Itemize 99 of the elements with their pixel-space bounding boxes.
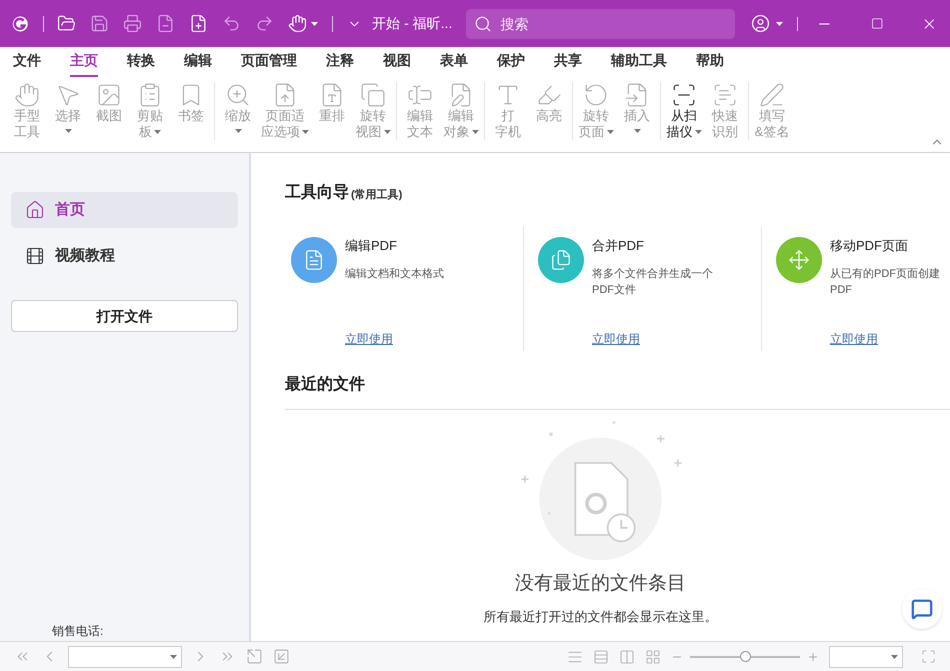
- section-title: 工具向导: [285, 182, 349, 203]
- hand-icon[interactable]: [288, 14, 308, 33]
- tool-description: PDF: [830, 282, 853, 298]
- tool-description: 从已有的PDF页面创建: [830, 266, 940, 282]
- ribbon-label: 页面适: [266, 108, 304, 124]
- ribbon-label: 识别: [712, 124, 738, 140]
- rotate-page-icon: [583, 82, 609, 108]
- image-icon: [96, 82, 122, 108]
- chat-button[interactable]: [902, 589, 942, 629]
- search-icon: [474, 14, 492, 32]
- merge-files-icon: [550, 249, 572, 271]
- section-title: 最近的文件: [285, 374, 366, 395]
- hand-icon: [14, 82, 40, 108]
- menu-tab[interactable]: 页面管理: [241, 50, 297, 77]
- ribbon-label: 填写: [759, 108, 785, 124]
- empty-text: 所有最近打开过的文件都会显示在这里。: [484, 608, 718, 624]
- continuous-page-icon[interactable]: [593, 648, 609, 664]
- use-now-link[interactable]: 立即使用: [830, 330, 940, 348]
- window-title: 开始 - 福昕...: [372, 14, 452, 33]
- ribbon-label: 旋转: [360, 108, 386, 124]
- zoom-in-icon: [225, 82, 251, 108]
- menu-tab[interactable]: 转换: [127, 50, 155, 77]
- caret-icon: [311, 22, 318, 26]
- ribbon-label: 选择: [55, 108, 81, 124]
- tool-title: 合并PDF: [592, 237, 645, 255]
- maximize-icon[interactable]: [870, 16, 884, 31]
- slider-thumb[interactable]: [740, 650, 751, 662]
- home-icon: [25, 200, 45, 220]
- menu-tab[interactable]: 视图: [383, 50, 411, 77]
- zoom-slider[interactable]: [687, 650, 803, 662]
- pen-icon: [759, 82, 785, 108]
- ribbon-label: 插入: [624, 108, 650, 124]
- ribbon-label: 剪贴: [137, 108, 163, 124]
- folder-icon[interactable]: [57, 14, 76, 33]
- zoom-field[interactable]: [829, 646, 903, 668]
- tool-description: 将多个文件合并生成一个: [592, 266, 713, 282]
- fullscreen-icon[interactable]: [921, 649, 936, 664]
- use-now-link[interactable]: 立即使用: [345, 330, 444, 348]
- caret-icon: [170, 654, 177, 658]
- menu-tab[interactable]: 表单: [440, 50, 468, 77]
- menu-tab[interactable]: 编辑: [184, 50, 212, 77]
- ribbon-label: 书签: [178, 108, 204, 124]
- menu-tab[interactable]: 辅助工具: [611, 50, 667, 77]
- ribbon-label: 字机: [495, 124, 521, 140]
- move-page-icon: [788, 249, 810, 271]
- use-now-link[interactable]: 立即使用: [592, 330, 713, 348]
- menu-tab[interactable]: 共享: [554, 50, 582, 77]
- ribbon-label: 板: [139, 124, 161, 140]
- caret-icon: [776, 22, 784, 26]
- caret-icon: [891, 654, 898, 658]
- next-view-icon[interactable]: [273, 648, 290, 665]
- text-edit-icon: [303, 249, 325, 271]
- continuous-facing-icon[interactable]: [645, 648, 661, 664]
- ribbon-label: 快速: [712, 108, 738, 124]
- ribbon-label: 手型: [14, 108, 40, 124]
- chat-icon: [911, 598, 933, 620]
- section-subtitle: (常用工具): [351, 188, 402, 202]
- ribbon-label: 打: [502, 108, 514, 124]
- open-file-button[interactable]: 打开文件: [11, 300, 238, 332]
- previous-view-icon[interactable]: [246, 648, 263, 665]
- menu-tab[interactable]: 注释: [326, 50, 354, 77]
- user-icon[interactable]: [751, 14, 770, 33]
- sidebar-item[interactable]: 视频教程: [11, 238, 238, 274]
- tool-description: PDF文件: [592, 282, 637, 298]
- zoom-in-icon[interactable]: [807, 650, 819, 662]
- tool-title: 移动PDF页面: [830, 237, 909, 255]
- facing-page-icon[interactable]: [619, 648, 635, 664]
- tool-title: 编辑PDF: [345, 237, 398, 255]
- menu-tab[interactable]: 保护: [497, 50, 525, 77]
- film-icon: [25, 246, 45, 266]
- ribbon-button[interactable]: 从扫 描仪: [664, 82, 704, 140]
- ribbon-label: 视图: [356, 124, 390, 140]
- menu-tab[interactable]: 文件: [13, 50, 41, 77]
- menu-tab[interactable]: 主页: [70, 50, 98, 77]
- ribbon-label: 应选项: [261, 124, 309, 140]
- ribbon-label: 描仪: [666, 124, 702, 140]
- ribbon-label: 编辑: [407, 108, 433, 124]
- sales-phone-label: 销售电话:: [52, 623, 104, 640]
- new-document-icon[interactable]: [189, 14, 208, 33]
- logo-icon: [12, 14, 29, 34]
- ribbon-label: 对象: [444, 124, 478, 140]
- page-number-field[interactable]: [68, 646, 182, 668]
- ribbon-label: 页面: [578, 124, 614, 140]
- scanner-icon: [671, 82, 697, 108]
- ribbon-label: 截图: [96, 108, 122, 124]
- ribbon-label: 从扫: [671, 108, 697, 124]
- ribbon-label: 高亮: [536, 108, 562, 124]
- sidebar-item[interactable]: 首页: [11, 192, 238, 228]
- tool-description: 编辑文档和文本格式: [345, 266, 444, 282]
- ribbon-label: 编辑: [448, 108, 474, 124]
- ribbon-label: 旋转: [583, 108, 609, 124]
- ribbon-label: 文本: [407, 124, 433, 140]
- empty-title: 没有最近的文件条目: [515, 572, 686, 596]
- ribbon-label: 缩放: [225, 108, 251, 124]
- search-field[interactable]: 搜索: [466, 8, 736, 38]
- menu-tab[interactable]: 帮助: [696, 50, 724, 77]
- ribbon-label: 重排: [319, 108, 345, 124]
- ribbon-label: &签名: [754, 124, 790, 140]
- ribbon-label: 工具: [14, 124, 40, 140]
